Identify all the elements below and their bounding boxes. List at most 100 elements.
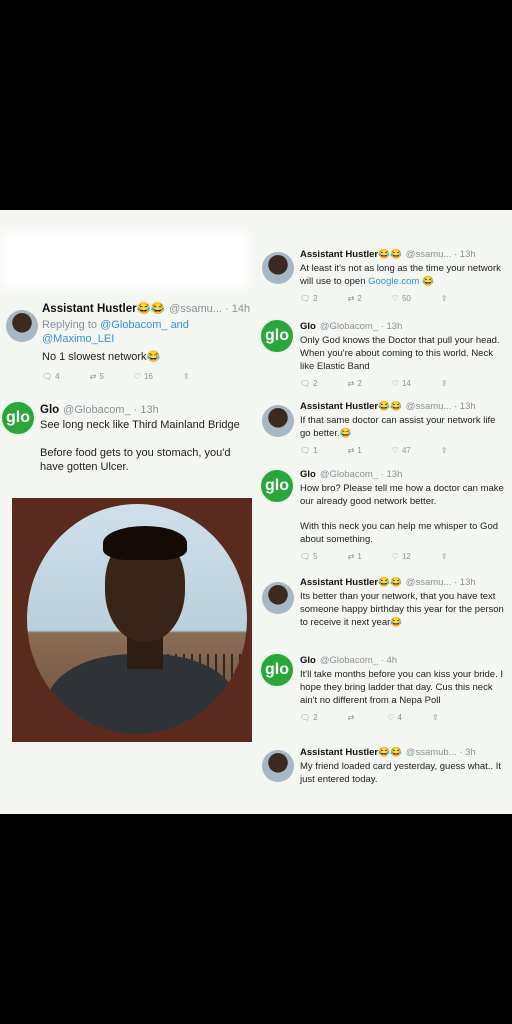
heart-icon: ♡ (387, 713, 395, 722)
author-handle: @Globacom_ · 13h (319, 469, 403, 480)
share-button[interactable]: ⇪ (441, 377, 448, 390)
like-button[interactable]: ♡ 50 (392, 292, 411, 305)
retweet-count: 5 (99, 372, 104, 381)
tweet-text: No 1 slowest network😂 (42, 351, 161, 363)
like-count: 16 (143, 372, 153, 381)
like-button[interactable]: ♡ 47 (392, 444, 411, 457)
share-icon: ⇪ (440, 446, 448, 455)
retweet-button[interactable]: ⇄ 2 (348, 377, 362, 390)
tweet-t2[interactable]: Glo @Globacom_ · 13h See long neck like T… (40, 403, 255, 474)
reply-button[interactable]: 🗨 5 (300, 550, 318, 563)
like-count: 47 (401, 446, 411, 455)
reply-handle-link[interactable]: @Maximo_LEI (42, 333, 114, 345)
author-name: Assistant Hustler😂😂 (300, 577, 402, 588)
share-button[interactable]: ⇪ (183, 370, 190, 384)
share-button[interactable]: ⇪ (441, 550, 448, 563)
tweet-t5[interactable]: Assistant Hustler😂😂 @ssamu... · 13h If th… (300, 400, 505, 457)
like-button[interactable]: ♡ 14 (392, 377, 411, 390)
tweet-actions: 🗨 2 ⇄ 2 ♡ 14 ⇪ (300, 377, 505, 390)
author-handle: @ssamu... · 13h (405, 401, 476, 412)
share-button[interactable]: ⇪ (441, 444, 448, 457)
author-name: Assistant Hustler😂😂 (42, 303, 166, 315)
tweet-link[interactable]: Google.com (368, 276, 419, 287)
author-handle: @ssamu... · 13h (405, 249, 476, 260)
reply-button[interactable]: 🗨 1 (300, 444, 318, 457)
tweet-t6[interactable]: Glo @Globacom_ · 13h How bro? Please tell… (300, 468, 505, 563)
author-name: Assistant Hustler😂😂 (300, 747, 402, 758)
retweet-button[interactable]: ⇄ 1 (348, 550, 362, 563)
tweet-t8[interactable]: Glo @Globacom_ · 4h It'll take months bef… (300, 654, 505, 724)
retweet-count: 2 (357, 379, 362, 388)
retweet-icon: ⇄ (347, 446, 355, 455)
portrait-image (27, 504, 247, 734)
author-handle: @ssamub... · 3h (405, 747, 476, 758)
avatar-glo[interactable]: glo (259, 652, 295, 688)
tweet-actions: 🗨 5 ⇄ 1 ♡ 12 ⇪ (300, 550, 505, 563)
avatar[interactable] (262, 252, 294, 284)
tweet-actions: 🗨 1 ⇄ 1 ♡ 47 ⇪ (300, 444, 505, 457)
tweet-t9[interactable]: Assistant Hustler😂😂 @ssamub... · 3h My fr… (300, 746, 505, 786)
retweet-button[interactable]: ⇄ 1 (348, 444, 362, 457)
like-count: 14 (401, 379, 411, 388)
share-icon: ⇪ (440, 379, 448, 388)
heart-icon: ♡ (133, 372, 141, 381)
author-name: Glo (40, 404, 60, 416)
tweet-media-photo[interactable] (12, 498, 252, 742)
like-button[interactable]: ♡ 12 (392, 550, 411, 563)
retweet-button[interactable]: ⇄ (348, 711, 358, 724)
retweet-icon: ⇄ (347, 552, 355, 561)
author-name: Glo (300, 321, 316, 332)
reply-icon: 🗨 (42, 372, 53, 381)
retweet-count: 1 (357, 446, 362, 455)
reply-icon: 🗨 (300, 294, 311, 303)
retweet-button[interactable]: ⇄ 2 (348, 292, 362, 305)
avatar-glo[interactable]: glo (0, 400, 36, 436)
reply-icon: 🗨 (300, 446, 311, 455)
tweet-text: It'll take months before you can kiss yo… (300, 669, 503, 706)
reply-count: 2 (313, 294, 318, 303)
reply-button[interactable]: 🗨 2 (300, 377, 318, 390)
tweet-text: How bro? Please tell me how a doctor can… (300, 483, 504, 507)
share-button[interactable]: ⇪ (432, 711, 439, 724)
tweet-actions: 🗨 4 ⇄ 5 ♡ 16 ⇪ (42, 370, 257, 384)
tweet-t3[interactable]: Assistant Hustler😂😂 @ssamu... · 13h At le… (300, 248, 505, 305)
avatar[interactable] (6, 310, 38, 342)
avatar[interactable] (262, 750, 294, 782)
tweet-t7[interactable]: Assistant Hustler😂😂 @ssamu... · 13h Its b… (300, 576, 505, 629)
avatar[interactable] (262, 405, 294, 437)
tweet-t1[interactable]: Assistant Hustler😂😂 @ssamu... · 14h Reply… (42, 302, 257, 384)
author-handle: @Globacom_ · 4h (319, 655, 398, 666)
tweet-text: See long neck like Third Mainland Bridge (40, 419, 240, 431)
hair-shape (103, 526, 187, 560)
author-name: Assistant Hustler😂😂 (300, 401, 402, 412)
like-count: 4 (397, 713, 402, 722)
share-icon: ⇪ (440, 552, 448, 561)
like-button[interactable]: ♡ 4 (387, 711, 402, 724)
author-handle: @ssamu... · 13h (405, 577, 476, 588)
reply-count: 5 (313, 552, 318, 561)
tweet-text-part: 😂 (419, 276, 434, 287)
reply-button[interactable]: 🗨 4 (42, 370, 60, 384)
blurred-region (0, 230, 250, 290)
author-handle: @ssamu... · 14h (169, 303, 251, 315)
share-icon: ⇪ (440, 294, 448, 303)
author-handle: @Globacom_ · 13h (63, 404, 159, 416)
reply-icon: 🗨 (300, 552, 311, 561)
like-button[interactable]: ♡ 16 (134, 370, 153, 384)
reply-button[interactable]: 🗨 2 (300, 292, 318, 305)
tweet-t4[interactable]: Glo @Globacom_ · 13h Only God knows the D… (300, 320, 505, 390)
tweet-actions: 🗨 2 ⇄ ♡ 4 ⇪ (300, 711, 505, 724)
retweet-count: 1 (357, 552, 362, 561)
share-button[interactable]: ⇪ (441, 292, 448, 305)
avatar-glo[interactable]: glo (259, 468, 295, 504)
avatar-glo[interactable]: glo (259, 318, 295, 354)
avatar-glo-label: glo (265, 661, 289, 678)
author-name: Assistant Hustler😂😂 (300, 249, 402, 260)
reply-count: 4 (55, 372, 60, 381)
avatar[interactable] (262, 582, 294, 614)
retweet-button[interactable]: ⇄ 5 (90, 370, 104, 384)
reply-handle-link[interactable]: @Globacom_ and (100, 319, 189, 331)
reply-button[interactable]: 🗨 2 (300, 711, 318, 724)
reply-icon: 🗨 (300, 379, 311, 388)
tweet-text: My friend loaded card yesterday, guess w… (300, 761, 502, 785)
